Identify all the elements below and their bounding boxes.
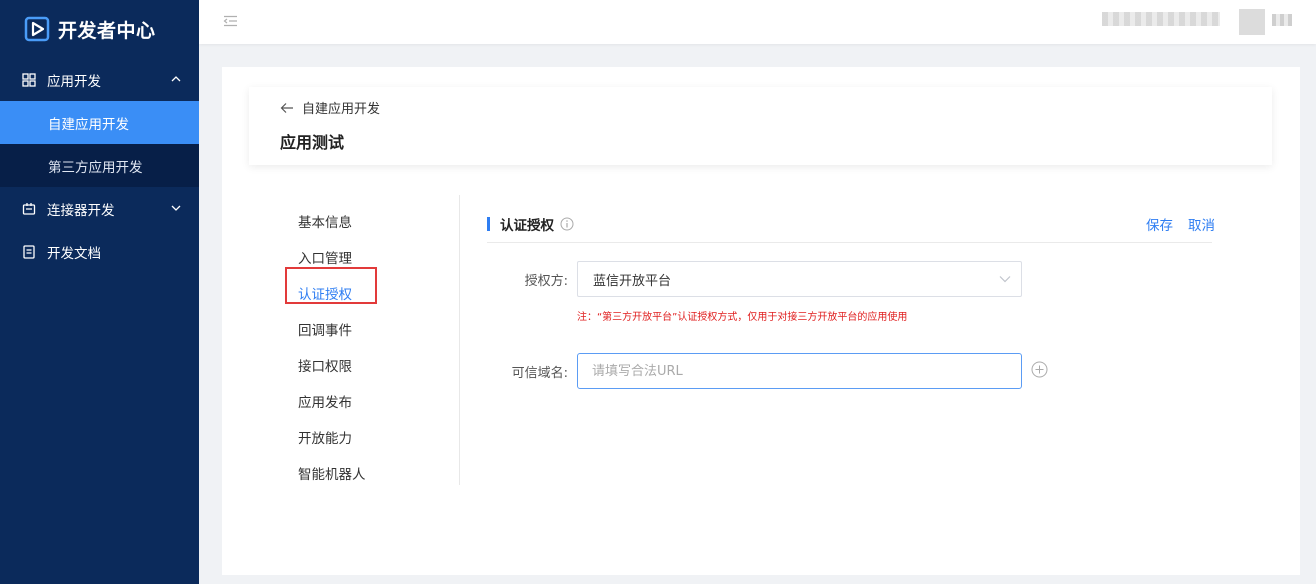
sidebar-group-app-dev[interactable]: 应用开发 [0,58,199,101]
page-header: 自建应用开发 应用测试 [249,87,1272,165]
section-title: 认证授权 [500,218,554,234]
user-menu-blurred[interactable] [1272,14,1292,26]
sidebar-group-connector-dev[interactable]: 连接器开发 [0,187,199,230]
save-button[interactable]: 保存 [1146,214,1173,234]
section-divider [487,242,1212,243]
sidebar-item-label: 第三方应用开发 [48,159,143,176]
page-title: 应用测试 [280,133,345,152]
connector-icon [22,202,36,215]
add-circle-icon[interactable] [1031,361,1048,378]
menu-item-callback-events[interactable]: 回调事件 [298,311,448,347]
menu-item-basic-info[interactable]: 基本信息 [298,203,448,239]
settings-menu: 基本信息 入口管理 认证授权 回调事件 接口权限 应用发布 开放能力 智能机器人 [298,203,448,491]
info-icon[interactable] [560,217,574,231]
sidebar-group-dev-docs[interactable]: 开发文档 [0,230,199,273]
collapse-menu-icon[interactable] [223,15,238,27]
arrow-left-icon [280,102,293,113]
sidebar-group-label: 应用开发 [47,73,101,90]
auth-provider-select[interactable]: 蓝信开放平台 [577,261,1022,297]
section-marker [487,217,490,231]
chevron-down-icon [171,205,181,211]
auth-provider-value: 蓝信开放平台 [593,273,672,289]
app-title: 开发者中心 [58,19,156,42]
logo[interactable]: 开发者中心 [0,0,199,58]
breadcrumb: 自建应用开发 [302,102,381,117]
sidebar-group-label: 开发文档 [47,245,101,262]
back-link[interactable]: 自建应用开发 [280,98,380,117]
trusted-domain-input[interactable] [577,353,1022,389]
logo-icon [24,16,50,42]
auth-provider-label: 授权方: [524,274,568,289]
chevron-up-icon [171,76,181,82]
user-name-blurred [1102,12,1220,26]
main-panel: 自建应用开发 应用测试 基本信息 入口管理 认证授权 回调事件 接口权限 应用发… [222,67,1300,575]
menu-item-smart-robot[interactable]: 智能机器人 [298,455,448,491]
trusted-domain-label: 可信域名: [511,366,568,381]
auth-note: 注：“第三方开放平台”认证授权方式，仅用于对接三方开放平台的应用使用 [577,312,908,323]
grid-icon [22,72,36,87]
menu-item-app-publish[interactable]: 应用发布 [298,383,448,419]
divider [459,195,460,485]
document-icon [23,244,35,259]
avatar[interactable] [1239,9,1265,35]
sidebar-item-custom-app[interactable]: 自建应用开发 [0,101,199,144]
sidebar-nav: 应用开发 自建应用开发 第三方应用开发 连接器开发 开发文档 [0,58,199,273]
highlight-box [285,267,377,304]
sidebar-item-third-party-app[interactable]: 第三方应用开发 [0,144,199,187]
chevron-down-icon [999,276,1011,283]
menu-item-open-capabilities[interactable]: 开放能力 [298,419,448,455]
sidebar: 开发者中心 应用开发 自建应用开发 第三方应用开发 连接器开发 开发文档 [0,0,199,584]
cancel-button[interactable]: 取消 [1188,214,1215,234]
menu-item-api-permissions[interactable]: 接口权限 [298,347,448,383]
sidebar-group-label: 连接器开发 [47,202,115,219]
top-bar [199,0,1316,44]
sidebar-item-label: 自建应用开发 [48,116,129,133]
